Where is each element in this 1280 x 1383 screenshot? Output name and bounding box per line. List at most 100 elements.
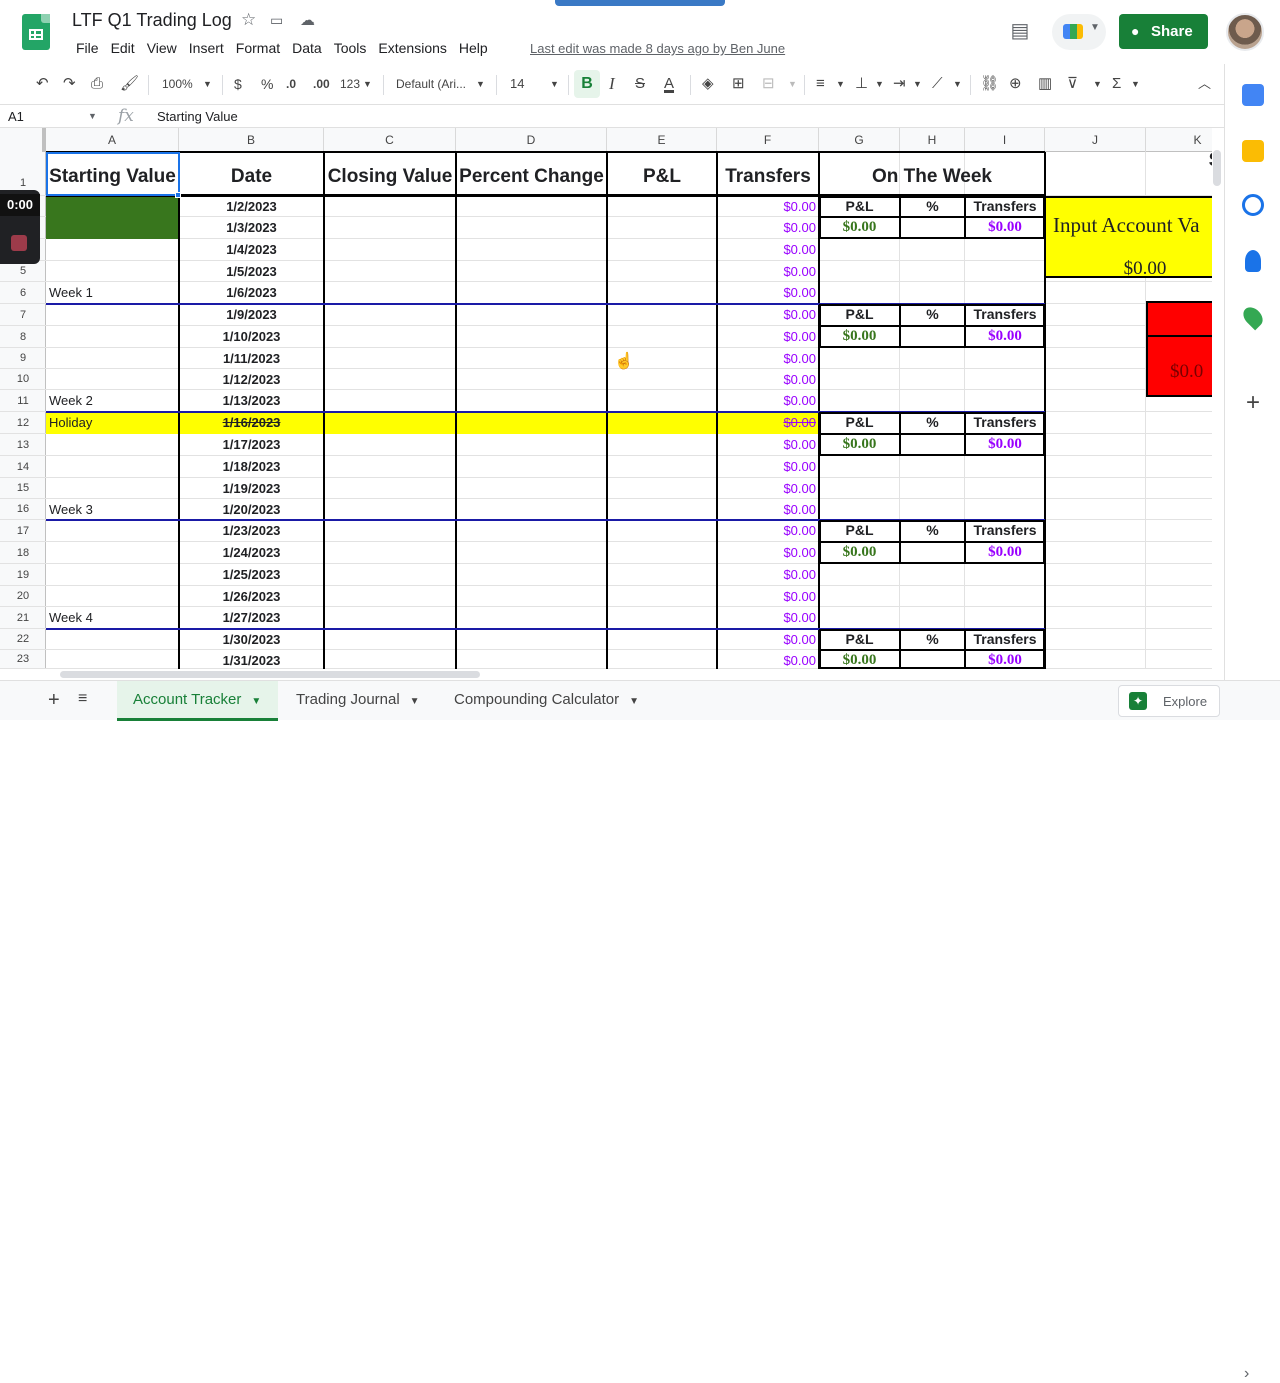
header-on-the-week[interactable]: On The Week <box>819 166 1045 192</box>
header-closing-value[interactable]: Closing Value <box>324 166 456 192</box>
red-box-value[interactable]: $0.0 <box>1170 361 1212 385</box>
transfer-cell-22[interactable]: $0.00 <box>717 632 819 650</box>
row-header-15[interactable]: 15 <box>0 478 46 499</box>
star-icon[interactable]: ☆ <box>241 10 256 30</box>
transfer-cell-14[interactable]: $0.00 <box>717 459 819 478</box>
explore-button[interactable]: ✦ Explore <box>1118 685 1220 717</box>
decrease-decimal-button[interactable]: .0 <box>286 74 296 94</box>
transfer-cell-9[interactable]: $0.00 <box>717 351 819 369</box>
week-box-pnl-value[interactable]: $0.00 <box>819 544 900 564</box>
date-cell-23[interactable]: 1/31/2023 <box>179 653 324 669</box>
row-header-12[interactable]: 12 <box>0 412 46 434</box>
transfer-cell-11[interactable]: $0.00 <box>717 393 819 412</box>
calendar-icon[interactable] <box>1242 84 1264 106</box>
horizontal-align-icon[interactable]: ≡ <box>816 74 825 94</box>
transfer-cell-15[interactable]: $0.00 <box>717 481 819 499</box>
select-all-corner[interactable] <box>0 128 46 152</box>
transfer-cell-23[interactable]: $0.00 <box>717 653 819 669</box>
paint-format-icon[interactable]: 🖌 <box>120 74 139 94</box>
date-cell-19[interactable]: 1/25/2023 <box>179 567 324 586</box>
date-cell-5[interactable]: 1/5/2023 <box>179 264 324 282</box>
week-box-transfers-value[interactable]: $0.00 <box>965 544 1045 564</box>
insert-comment-icon[interactable]: ⊕ <box>1009 74 1022 94</box>
row-header-7[interactable]: 7 <box>0 304 46 326</box>
date-cell-7[interactable]: 1/9/2023 <box>179 307 324 326</box>
functions-icon[interactable]: Σ <box>1112 74 1121 94</box>
row-header-6[interactable]: 6 <box>0 282 46 304</box>
borders-icon[interactable]: ⊞ <box>732 74 745 94</box>
row-header-14[interactable]: 14 <box>0 456 46 478</box>
week-box-transfers-value[interactable]: $0.00 <box>965 219 1045 239</box>
date-cell-15[interactable]: 1/19/2023 <box>179 481 324 499</box>
date-cell-10[interactable]: 1/12/2023 <box>179 372 324 390</box>
avatar[interactable] <box>1226 13 1264 51</box>
column-header-k[interactable]: K <box>1146 128 1212 152</box>
date-cell-9[interactable]: 1/11/2023 <box>179 351 324 369</box>
column-header-c[interactable]: C <box>324 128 456 152</box>
menu-edit[interactable]: Edit <box>105 40 141 58</box>
week-box-transfers-value[interactable]: $0.00 <box>965 652 1045 669</box>
date-cell-16[interactable]: 1/20/2023 <box>179 502 324 520</box>
week-box-transfers-value[interactable]: $0.00 <box>965 436 1045 456</box>
menu-tools[interactable]: Tools <box>328 40 373 58</box>
cloud-status-icon[interactable]: ☁ <box>300 11 315 29</box>
date-cell-13[interactable]: 1/17/2023 <box>179 437 324 456</box>
header-date[interactable]: Date <box>179 166 324 192</box>
transfer-cell-12[interactable]: $0.00 <box>717 415 819 434</box>
row-header-8[interactable]: 8 <box>0 326 46 348</box>
transfer-cell-16[interactable]: $0.00 <box>717 502 819 520</box>
date-cell-2[interactable]: 1/2/2023 <box>179 199 324 217</box>
input-account-value[interactable]: $0.00 <box>1045 258 1212 282</box>
row-header-19[interactable]: 19 <box>0 564 46 586</box>
bold-button[interactable]: B <box>574 70 600 98</box>
date-cell-6[interactable]: 1/6/2023 <box>179 285 324 304</box>
row-header-9[interactable]: 9 <box>0 348 46 369</box>
transfer-cell-8[interactable]: $0.00 <box>717 329 819 348</box>
row-header-17[interactable]: 17 <box>0 520 46 542</box>
transfer-cell-3[interactable]: $0.00 <box>717 220 819 239</box>
text-rotation-icon[interactable]: ⟋ <box>932 74 943 94</box>
menu-format[interactable]: Format <box>230 40 286 58</box>
more-formats-button[interactable]: 123 <box>340 74 360 94</box>
date-cell-8[interactable]: 1/10/2023 <box>179 329 324 348</box>
row-header-18[interactable]: 18 <box>0 542 46 564</box>
insert-link-icon[interactable]: ⛓ <box>980 74 999 94</box>
date-cell-3[interactable]: 1/3/2023 <box>179 220 324 239</box>
column-header-h[interactable]: H <box>900 128 965 152</box>
spreadsheet-grid[interactable]: ABCDEFGHIJK 1234567891011121314151617181… <box>0 128 1212 669</box>
week-box-pnl-value[interactable]: $0.00 <box>819 652 900 669</box>
transfer-cell-19[interactable]: $0.00 <box>717 567 819 586</box>
transfer-cell-2[interactable]: $0.00 <box>717 199 819 217</box>
percent-format-button[interactable]: % <box>261 74 273 94</box>
menu-extensions[interactable]: Extensions <box>372 40 452 58</box>
redo-icon[interactable]: ↷ <box>63 74 76 94</box>
transfer-cell-10[interactable]: $0.00 <box>717 372 819 390</box>
header-percent-change[interactable]: Percent Change <box>456 166 607 192</box>
row-header-23[interactable]: 23 <box>0 650 46 669</box>
horizontal-scroll-thumb[interactable] <box>60 671 480 678</box>
column-header-i[interactable]: I <box>965 128 1045 152</box>
row-header-20[interactable]: 20 <box>0 586 46 607</box>
move-folder-icon[interactable]: ▭ <box>270 12 283 29</box>
week-label-6[interactable]: Week 1 <box>49 285 177 304</box>
transfer-cell-18[interactable]: $0.00 <box>717 545 819 564</box>
stop-recording-button[interactable] <box>11 235 27 251</box>
comment-history-icon[interactable]: ▤ <box>1008 18 1032 42</box>
week-box-pnl-value[interactable]: $0.00 <box>819 219 900 239</box>
date-cell-18[interactable]: 1/24/2023 <box>179 545 324 564</box>
row-header-13[interactable]: 13 <box>0 434 46 456</box>
font-family-select[interactable]: Default (Ari... <box>396 74 466 94</box>
transfer-cell-5[interactable]: $0.00 <box>717 264 819 282</box>
tab-account-tracker[interactable]: Account Tracker ▼ <box>117 681 278 721</box>
date-cell-21[interactable]: 1/27/2023 <box>179 610 324 629</box>
transfer-cell-4[interactable]: $0.00 <box>717 242 819 261</box>
date-cell-20[interactable]: 1/26/2023 <box>179 589 324 607</box>
font-size-select[interactable]: 14 <box>510 74 524 94</box>
date-cell-4[interactable]: 1/4/2023 <box>179 242 324 261</box>
transfer-cell-13[interactable]: $0.00 <box>717 437 819 456</box>
vertical-align-icon[interactable]: ⊥ <box>855 74 868 94</box>
date-cell-14[interactable]: 1/18/2023 <box>179 459 324 478</box>
tab-trading-journal[interactable]: Trading Journal ▼ <box>280 681 436 721</box>
menu-view[interactable]: View <box>141 40 183 58</box>
week-label-16[interactable]: Week 3 <box>49 502 177 520</box>
